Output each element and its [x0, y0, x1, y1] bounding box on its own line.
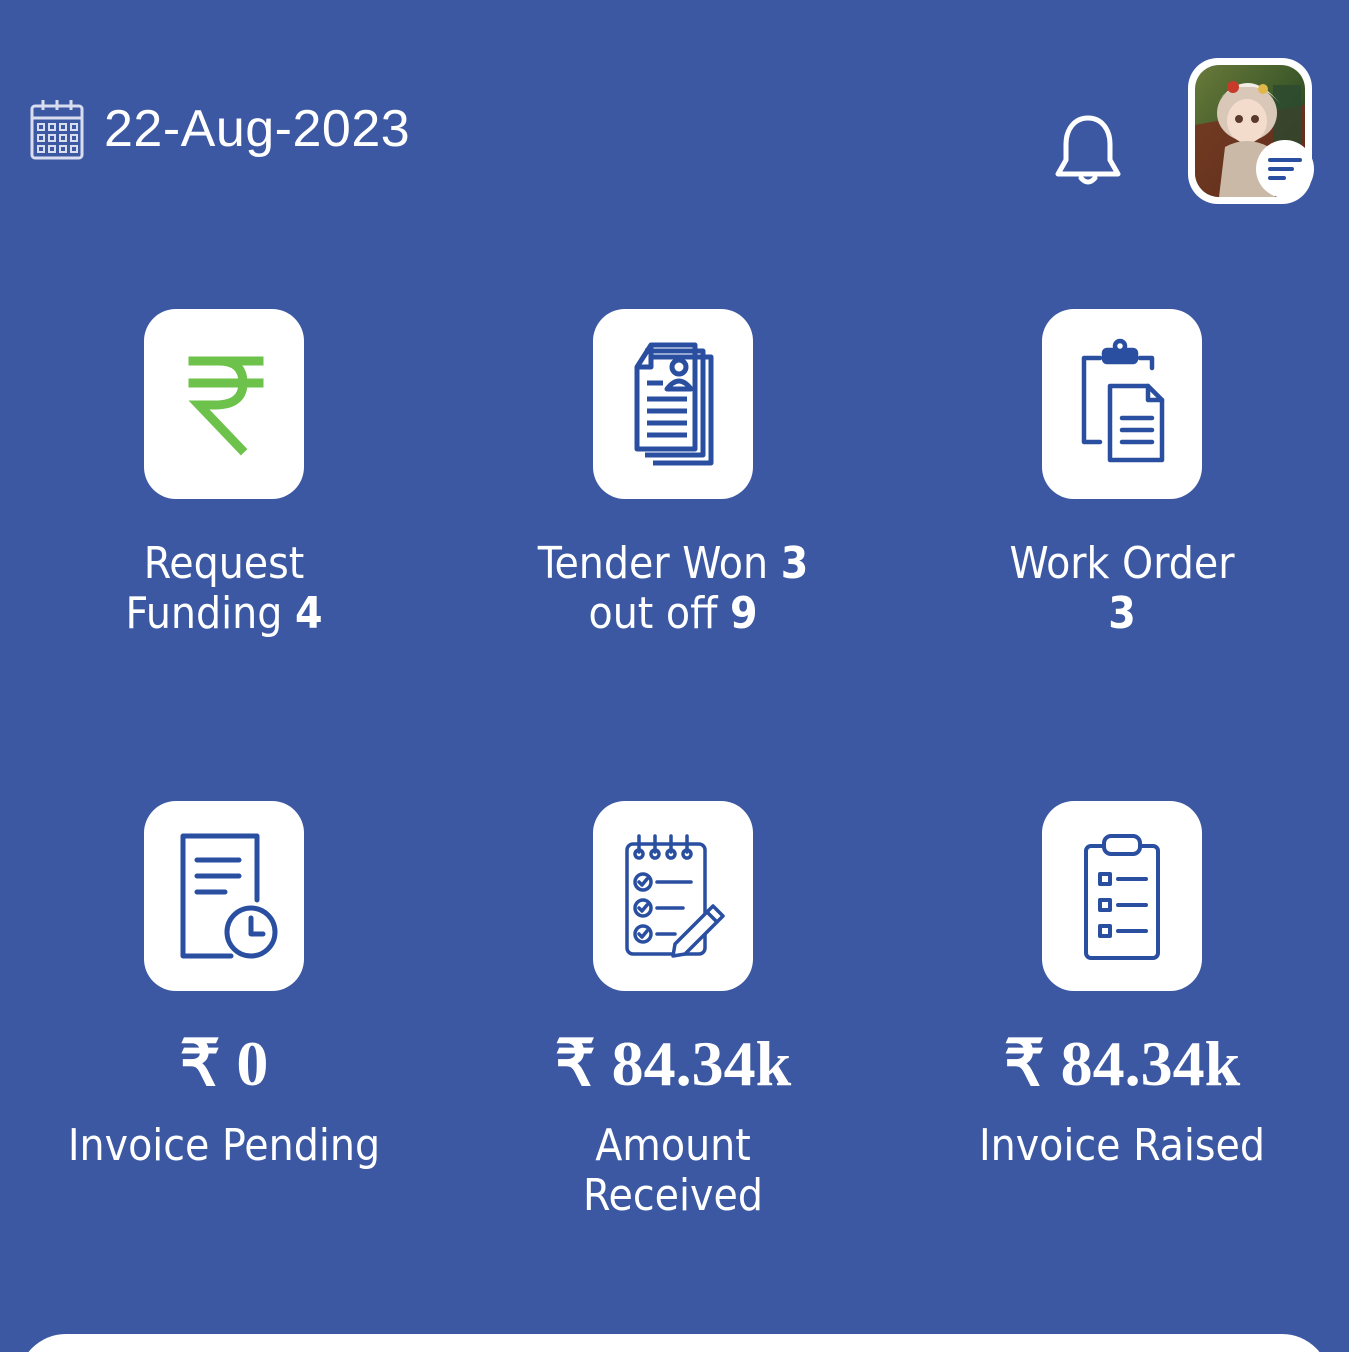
tender-won-card[interactable] [593, 309, 753, 499]
rupee-icon [188, 356, 264, 456]
work-order-label-text: Work Order [1009, 538, 1235, 589]
work-order-card[interactable] [1042, 309, 1202, 499]
menu-lines-icon [1268, 158, 1302, 180]
calendar-icon [30, 100, 84, 160]
dashboard-screen: 22-Aug-2023 Request Funding 4 Tender Won… [0, 0, 1349, 1352]
work-order-count: 3 [1108, 588, 1136, 639]
date-display[interactable]: 22-Aug-2023 [30, 98, 410, 160]
request-funding-label: Request Funding 4 [19, 539, 429, 639]
profile-avatar-button[interactable] [1188, 58, 1314, 204]
tender-won-label: Tender Won 3 out off 9 [468, 539, 878, 639]
request-funding-tile[interactable]: Request Funding 4 [19, 309, 429, 639]
bell-icon[interactable] [1052, 112, 1124, 188]
request-funding-count: 4 [294, 588, 323, 639]
tender-document-icon [634, 342, 714, 466]
menu-badge[interactable] [1256, 140, 1314, 198]
tender-won-label-text: Tender Won [537, 538, 769, 589]
tender-won-out-off: out off [588, 588, 718, 639]
amount-received-label-line2: Received [583, 1170, 763, 1221]
invoice-raised-card[interactable] [1042, 801, 1202, 991]
bottom-sheet[interactable] [18, 1334, 1330, 1352]
invoice-pending-label: Invoice Pending [67, 1120, 381, 1171]
checklist-pen-icon [625, 834, 725, 958]
amount-received-label: Amount Received [468, 1121, 878, 1221]
invoice-pending-card[interactable] [144, 801, 304, 991]
invoice-raised-label: Invoice Raised [979, 1120, 1265, 1171]
invoice-pending-amount: ₹ 0 [179, 1028, 269, 1099]
work-order-tile[interactable]: Work Order 3 [917, 309, 1327, 639]
amount-received-card[interactable] [593, 801, 753, 991]
tender-won-count: 3 [780, 538, 809, 589]
current-date: 22-Aug-2023 [104, 100, 411, 158]
clipboard-list-icon [1084, 834, 1160, 960]
invoice-raised-amount: ₹ 84.34k [1003, 1028, 1241, 1099]
amount-received-amount: ₹ 84.34k [554, 1028, 792, 1099]
request-funding-label-line1: Request [143, 538, 305, 589]
amount-received-label-line1: Amount [595, 1120, 751, 1171]
work-order-label: Work Order 3 [917, 539, 1327, 639]
invoice-pending-clock-icon [180, 833, 278, 959]
invoice-pending-tile[interactable]: ₹ 0 Invoice Pending [19, 801, 429, 1171]
request-funding-label-line2: Funding [125, 588, 283, 639]
tender-total-count: 9 [729, 588, 758, 639]
amount-received-tile[interactable]: ₹ 84.34k Amount Received [468, 801, 878, 1221]
tender-won-tile[interactable]: Tender Won 3 out off 9 [468, 309, 878, 639]
invoice-raised-tile[interactable]: ₹ 84.34k Invoice Raised [917, 801, 1327, 1171]
work-order-clipboard-icon [1081, 338, 1165, 463]
request-funding-card[interactable] [144, 309, 304, 499]
